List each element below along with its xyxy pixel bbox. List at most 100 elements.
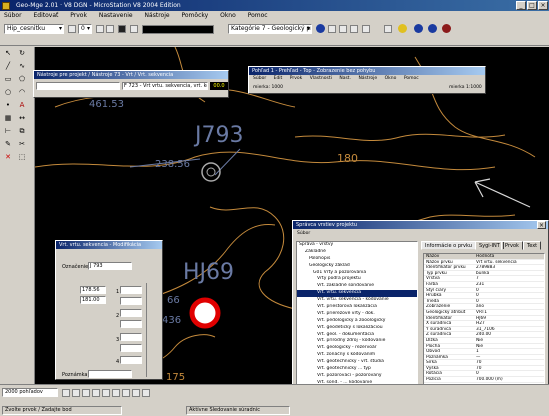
measure-tool-icon[interactable]: ⊢ [4, 127, 12, 135]
tree-item-16[interactable]: Vrt. zonačný s kódovaním [297, 352, 417, 359]
trim-tool-icon[interactable]: ✂ [18, 140, 26, 148]
row-field-3b[interactable] [120, 344, 142, 352]
manager-menu-file[interactable]: Súbor [297, 231, 310, 236]
tree-item-13[interactable]: Vrt. geol. - dokumentácia [297, 332, 417, 339]
fill-icon[interactable] [118, 25, 126, 33]
tree-item-19[interactable]: Vrt. pozorovací - pozorovaný [297, 373, 417, 380]
tree-item-5[interactable]: Vrty podľa projektu [297, 276, 417, 283]
tree-item-9[interactable]: Vrt. priestorová lokalizácia [297, 304, 417, 311]
status-btn-9-icon[interactable] [142, 389, 150, 397]
circle-tool-icon[interactable]: ○ [4, 88, 12, 96]
tree-item-6[interactable]: Vrt. zakladné sondovanie [297, 283, 417, 290]
coord-field-1[interactable]: 178.56 [80, 286, 106, 294]
bulb-icon[interactable] [398, 24, 407, 33]
line-tool-icon[interactable]: ╱ [4, 62, 12, 70]
view-menu-file[interactable]: Súbor [253, 76, 266, 81]
tree-item-root[interactable]: Správa - vrstvy [297, 242, 417, 249]
line-style-icon[interactable] [96, 25, 104, 33]
note-field[interactable] [88, 370, 132, 378]
tree-item-geology[interactable]: Geologický základ [297, 263, 417, 270]
pencil-icon[interactable] [384, 25, 392, 33]
arc-tool-icon[interactable]: ◠ [18, 88, 26, 96]
menu-item-help[interactable]: Pomoc [248, 12, 268, 19]
view-menu-props[interactable]: Vlastnosti [310, 76, 332, 81]
color-combo[interactable]: 0 [78, 24, 92, 34]
property-row[interactable]: Pozícia 700.000 (m) [424, 377, 544, 383]
status-btn-7-icon[interactable] [122, 389, 130, 397]
tree-item-basic[interactable]: Základné [297, 249, 417, 256]
globe-icon[interactable] [316, 24, 325, 33]
designation-field[interactable]: J 793 [88, 262, 132, 270]
cell-tool-icon[interactable]: ▦ [4, 114, 12, 122]
status-btn-5-icon[interactable] [102, 389, 110, 397]
table-icon[interactable] [362, 25, 370, 33]
curve-tool-icon[interactable]: ∿ [18, 62, 26, 70]
delete-tool-icon[interactable]: ✕ [4, 153, 12, 161]
tree-item-12[interactable]: Vrt. geodetický s lokalizáciou [297, 325, 417, 332]
tool-combo-value[interactable]: F 723 - Vrt vrtu. sekvencia, vrt. kódova… [122, 82, 208, 90]
color-swatch-icon[interactable] [68, 25, 76, 33]
row-field-4[interactable] [120, 356, 142, 364]
menu-item-element[interactable]: Prvok [70, 12, 87, 19]
category-combo[interactable]: Kategórie 7 - Geologický prvok [228, 24, 312, 34]
weight-icon[interactable] [106, 25, 114, 33]
menu-item-utilities[interactable]: Pomôcky [181, 12, 208, 19]
refresh-icon[interactable] [328, 25, 336, 33]
status-btn-4-icon[interactable] [92, 389, 100, 397]
row-field-2[interactable] [120, 309, 142, 317]
pattern-icon[interactable] [130, 25, 138, 33]
menu-item-settings[interactable]: Nastavenie [99, 12, 133, 19]
menu-item-file[interactable]: Súbor [4, 12, 22, 19]
coord-field-2[interactable]: 181.00 [80, 296, 106, 304]
record-icon[interactable] [442, 24, 451, 33]
tree-item-15[interactable]: Vrt. geologický - rezervoár [297, 345, 417, 352]
minimize-icon[interactable]: _ [516, 1, 526, 10]
copy-tool-icon[interactable]: ⧉ [18, 127, 26, 135]
close-icon[interactable]: × [538, 1, 548, 10]
tree-item-g01[interactable]: G01 Vrty a pozorovania [297, 270, 417, 277]
status-btn-3-icon[interactable] [82, 389, 90, 397]
info-icon[interactable] [414, 24, 423, 33]
manager-close-icon[interactable]: × [537, 221, 546, 229]
dimension-tool-icon[interactable]: ↔ [18, 114, 26, 122]
tree-item-18[interactable]: Vrt. geotechnický ... typ [297, 366, 417, 373]
view-menu-help[interactable]: Pomoc [404, 76, 419, 81]
modify-tool-icon[interactable]: ✎ [4, 140, 12, 148]
tab-element[interactable]: Prvok [501, 241, 523, 250]
row-field-2b[interactable] [120, 320, 142, 328]
rotate-icon[interactable]: ↻ [18, 49, 26, 57]
selected-point-marker[interactable] [189, 297, 221, 329]
view-mode-combo[interactable]: 2000 pohľadov [2, 388, 58, 397]
tab-element-info[interactable]: Informácie o prvku [421, 241, 476, 250]
menu-item-tools[interactable]: Nástroje [145, 12, 170, 19]
tree-item-8[interactable]: Vrt. vrtu. sekvencia - kódovanie [297, 297, 417, 304]
menu-item-edit[interactable]: Editovať [33, 12, 58, 19]
view-menu-edit[interactable]: Edit [274, 76, 283, 81]
select-arrow-icon[interactable]: ↖ [4, 49, 12, 57]
active-color-bar[interactable] [142, 25, 214, 34]
tree-item-14[interactable]: Vrt. prírodný zdroj - kódovanie [297, 338, 417, 345]
tree-item-10[interactable]: Vrt. prierezové vrty - dok. [297, 311, 417, 318]
tab-text[interactable]: Text [523, 241, 542, 250]
tree-item-selected[interactable]: Vrt. vrtu. sekvencia [297, 290, 417, 298]
view-menu-settings[interactable]: Nast. [339, 76, 351, 81]
help-icon[interactable] [428, 24, 437, 33]
status-btn-1-icon[interactable] [62, 389, 70, 397]
status-btn-6-icon[interactable] [112, 389, 120, 397]
maximize-icon[interactable]: □ [527, 1, 537, 10]
tree-item-11[interactable]: Vrt. pedologický a zooologický [297, 318, 417, 325]
row-field-1[interactable] [120, 286, 142, 294]
tree-item-planimetry[interactable]: Polohopis [297, 256, 417, 263]
polygon-tool-icon[interactable]: ⬠ [18, 75, 26, 83]
layers-icon[interactable] [339, 25, 347, 33]
point-tool-icon[interactable]: • [4, 101, 12, 109]
row-field-1b[interactable] [120, 297, 142, 305]
view-menu-window[interactable]: Okno [385, 76, 397, 81]
app-icon[interactable] [2, 2, 10, 10]
fence-tool-icon[interactable]: ⬚ [18, 153, 26, 161]
status-btn-8-icon[interactable] [132, 389, 140, 397]
row-field-3[interactable] [120, 333, 142, 341]
text-tool-icon[interactable]: A [18, 101, 26, 109]
menu-item-window[interactable]: Okno [220, 12, 236, 19]
grid-icon[interactable] [350, 25, 358, 33]
